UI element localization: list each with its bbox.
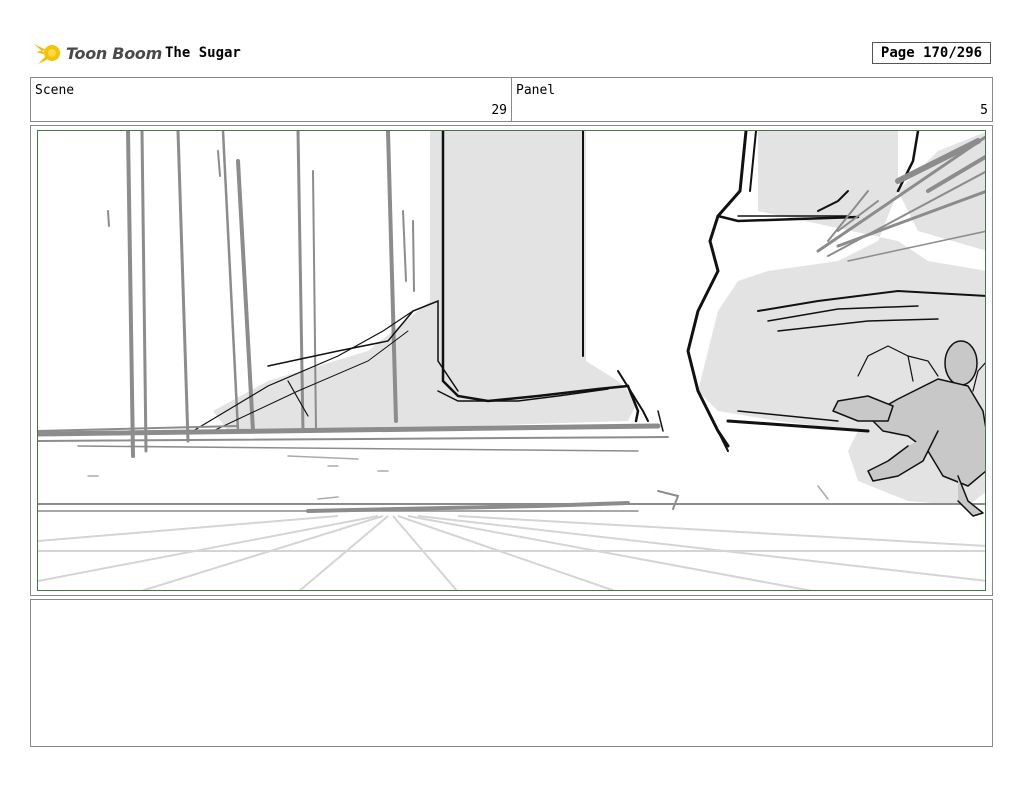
storyboard-panel [30,125,993,596]
logo-text: Toon Boom [66,43,162,63]
panel-label: Panel [516,83,556,98]
sketch-drawing [38,131,985,590]
scene-cell: Scene 29 [31,78,511,121]
scene-panel-row: Scene 29 Panel 5 [30,77,993,122]
panel-sketch [37,130,986,591]
panel-number: 5 [980,103,988,118]
panel-cell: Panel 5 [511,78,992,121]
toon-boom-logo: Toon Boom [32,38,162,68]
document-title: The Sugar [165,45,241,61]
page-indicator: Page 170/296 [872,42,991,64]
panel-notes-box [30,599,993,747]
toon-boom-star-icon [34,44,60,64]
scene-label: Scene [35,83,75,98]
scene-number: 29 [491,103,507,118]
